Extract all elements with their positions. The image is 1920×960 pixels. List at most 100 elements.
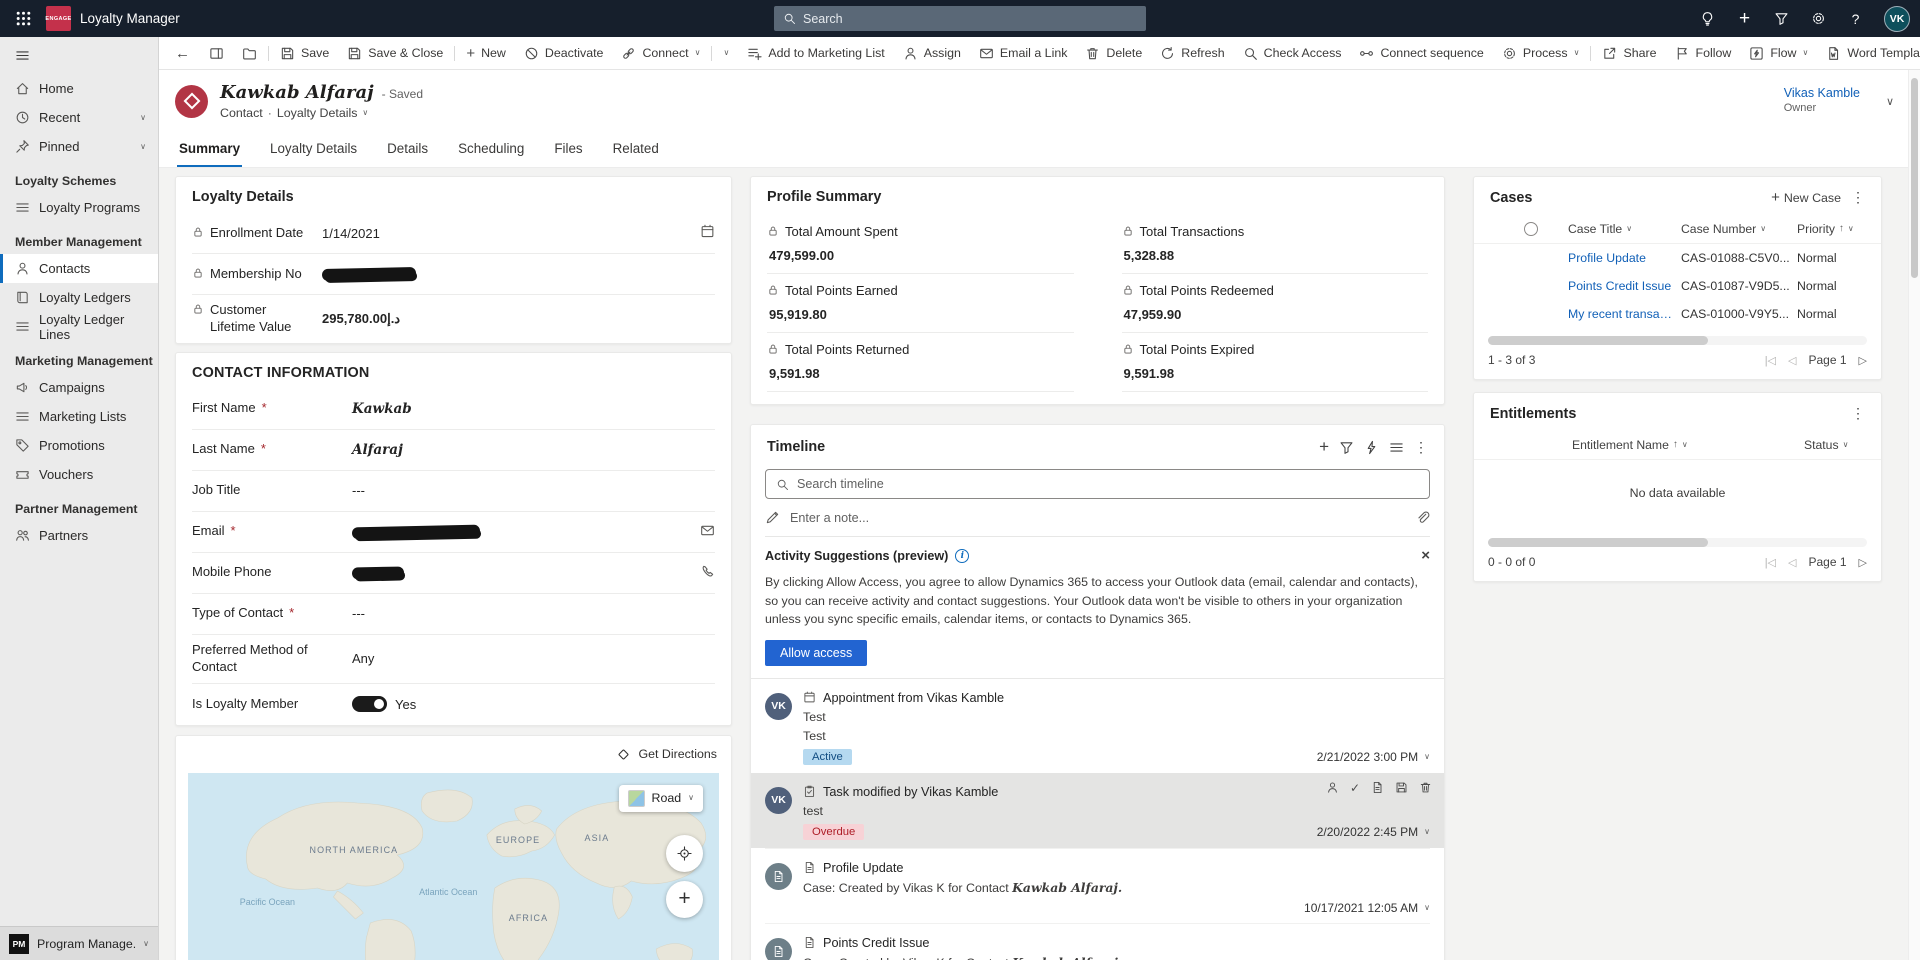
more-commands-icon[interactable]: ⋮: [1414, 439, 1428, 456]
column-priority[interactable]: Priority↑∨: [1797, 222, 1867, 236]
field-first-name[interactable]: First Name* Kawkab: [192, 389, 715, 430]
field-mobile-phone[interactable]: Mobile Phone: [192, 553, 715, 594]
field-total-points-expired[interactable]: Total Points Expired 9,591.98: [1122, 333, 1429, 392]
chevron-down-icon[interactable]: ∨: [1424, 753, 1430, 761]
owner-name[interactable]: Vikas Kamble: [1784, 86, 1860, 102]
field-type-of-contact[interactable]: Type of Contact* ---: [192, 594, 715, 635]
area-switcher[interactable]: PM Program Manage... ∨: [0, 926, 158, 960]
timeline-item-appointment[interactable]: VK Appointment from Vikas Kamble Test Te…: [765, 679, 1430, 773]
field-job-title[interactable]: Job Title ---: [192, 471, 715, 512]
map-style-selector[interactable]: Road ∨: [619, 785, 703, 812]
connect-sequence-button[interactable]: Connect sequence: [1350, 37, 1492, 69]
side-pane-button[interactable]: [200, 37, 233, 69]
first-page-icon[interactable]: |◁: [1765, 556, 1776, 569]
save-and-close-button[interactable]: Save & Close: [338, 37, 452, 69]
refresh-button[interactable]: Refresh: [1151, 37, 1233, 69]
search-input[interactable]: [803, 12, 1137, 26]
deactivate-button[interactable]: Deactivate: [515, 37, 613, 69]
sidebar-item-home[interactable]: Home: [0, 74, 158, 103]
save-button[interactable]: Save: [271, 37, 338, 69]
flow-button[interactable]: Flow∨: [1740, 37, 1817, 69]
follow-button[interactable]: Follow: [1666, 37, 1741, 69]
waffle-icon[interactable]: [0, 0, 46, 37]
new-case-button[interactable]: +New Case: [1771, 189, 1841, 206]
chevron-down-icon[interactable]: ∨: [1424, 828, 1430, 836]
tab-loyalty-details[interactable]: Loyalty Details: [268, 141, 359, 167]
previous-page-icon[interactable]: ◁: [1788, 556, 1796, 569]
table-row[interactable]: My recent transact... CAS-01000-V9Y5... …: [1474, 300, 1881, 328]
field-membership-no[interactable]: Membership No: [192, 254, 715, 295]
locate-me-button[interactable]: [666, 835, 703, 872]
timeline-filter-icon[interactable]: [1339, 440, 1354, 455]
sidebar-item-contacts[interactable]: Contacts: [0, 254, 158, 283]
scrollbar-thumb[interactable]: [1911, 78, 1918, 278]
horizontal-scrollbar[interactable]: [1488, 538, 1867, 547]
scrollbar-thumb[interactable]: [1488, 538, 1708, 547]
field-is-loyalty-member[interactable]: Is Loyalty Member Yes: [192, 684, 715, 725]
column-case-title[interactable]: Case Title∨: [1568, 222, 1681, 236]
get-directions-link[interactable]: Get Directions: [176, 736, 731, 773]
case-title-link[interactable]: Profile Update: [1568, 251, 1681, 265]
sidebar-item-partners[interactable]: Partners: [0, 521, 158, 550]
assign-icon[interactable]: [1326, 781, 1339, 794]
sidebar-item-loyalty-programs[interactable]: Loyalty Programs: [0, 193, 158, 222]
sidebar-item-loyalty-ledgers[interactable]: Loyalty Ledgers: [0, 283, 158, 312]
owner-field[interactable]: Vikas Kamble Owner: [1784, 86, 1860, 115]
quick-create-icon[interactable]: +: [1726, 0, 1763, 37]
field-preferred-method-of-contact[interactable]: Preferred Method of Contact Any: [192, 635, 715, 684]
tab-files[interactable]: Files: [552, 141, 584, 167]
back-button[interactable]: ←: [165, 37, 200, 69]
field-last-name[interactable]: Last Name* Alfaraj: [192, 430, 715, 471]
field-total-transactions[interactable]: Total Transactions 5,328.88: [1122, 215, 1429, 274]
tab-summary[interactable]: Summary: [177, 141, 242, 167]
connect-button[interactable]: Connect∨: [612, 37, 709, 69]
tab-related[interactable]: Related: [611, 141, 661, 167]
global-search[interactable]: [774, 6, 1146, 31]
table-row[interactable]: Profile Update CAS-01088-C5V0... Normal: [1474, 244, 1881, 272]
horizontal-scrollbar[interactable]: [1488, 336, 1867, 345]
paperclip-icon[interactable]: [1415, 510, 1430, 525]
toggle-on[interactable]: [352, 696, 387, 712]
process-button[interactable]: Process∨: [1493, 37, 1589, 69]
scrollbar-thumb[interactable]: [1488, 336, 1708, 345]
map[interactable]: NORTH AMERICA EUROPE ASIA AFRICA Pacific…: [188, 773, 719, 960]
sidebar-item-promotions[interactable]: Promotions: [0, 431, 158, 460]
collapse-header-icon[interactable]: ∨: [1886, 95, 1894, 108]
app-logo[interactable]: ENGAGE: [46, 6, 71, 31]
email-a-link-button[interactable]: Email a Link: [970, 37, 1077, 69]
delete-icon[interactable]: [1419, 781, 1432, 794]
column-status[interactable]: Status∨: [1804, 438, 1867, 452]
save-icon[interactable]: [1395, 781, 1408, 794]
calendar-icon[interactable]: [700, 224, 715, 239]
email-icon[interactable]: [700, 523, 715, 538]
timeline-item-task[interactable]: ✓ VK Task modified by Vikas Kamble test …: [751, 773, 1444, 848]
column-entitlement-name[interactable]: Entitlement Name↑∨: [1572, 438, 1804, 452]
hamburger-menu-icon[interactable]: [0, 37, 158, 74]
timeline-expand-records-icon[interactable]: [1389, 440, 1404, 455]
column-case-number[interactable]: Case Number∨: [1681, 222, 1797, 236]
more-commands-icon[interactable]: ⋮: [1851, 189, 1865, 206]
sidebar-item-marketing-lists[interactable]: Marketing Lists: [0, 402, 158, 431]
note-input[interactable]: [790, 511, 1405, 525]
share-button[interactable]: Share: [1593, 37, 1665, 69]
timeline-item-case[interactable]: Points Credit Issue Case: Created by Vik…: [765, 923, 1430, 960]
next-page-icon[interactable]: ▷: [1859, 354, 1867, 367]
select-all-radio[interactable]: [1524, 222, 1538, 236]
help-icon[interactable]: ?: [1837, 0, 1874, 37]
field-customer-lifetime-value[interactable]: Customer Lifetime Value 295,780.00د.إ: [192, 295, 715, 343]
close-task-icon[interactable]: ✓: [1350, 781, 1360, 795]
more-commands-icon[interactable]: ⋮: [1851, 405, 1865, 422]
filter-icon[interactable]: [1763, 0, 1800, 37]
phone-icon[interactable]: [700, 564, 715, 579]
timeline-flash-icon[interactable]: [1364, 440, 1379, 455]
sidebar-item-campaigns[interactable]: Campaigns: [0, 373, 158, 402]
field-email[interactable]: Email*: [192, 512, 715, 553]
user-avatar[interactable]: VK: [1884, 6, 1910, 32]
table-row[interactable]: Points Credit Issue CAS-01087-V9D5... No…: [1474, 272, 1881, 300]
field-enrollment-date[interactable]: Enrollment Date 1/14/2021: [192, 213, 715, 254]
zoom-in-button[interactable]: +: [666, 881, 703, 918]
info-icon[interactable]: i: [955, 549, 969, 563]
close-icon[interactable]: ×: [1421, 547, 1430, 564]
sidebar-item-pinned[interactable]: Pinned∨: [0, 132, 158, 161]
previous-page-icon[interactable]: ◁: [1788, 354, 1796, 367]
